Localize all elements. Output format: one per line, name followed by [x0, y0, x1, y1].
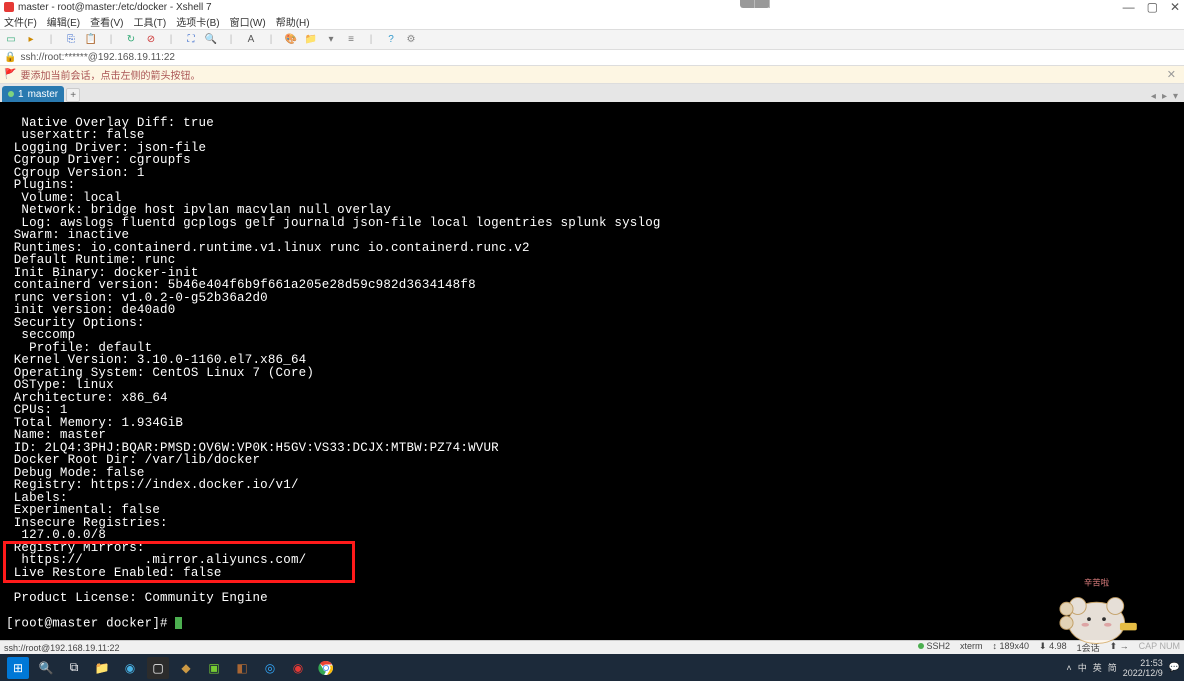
new-session-icon[interactable]: ▭	[4, 33, 18, 47]
divider: |	[364, 33, 378, 47]
title-bar: master - root@master:/etc/docker - Xshel…	[0, 0, 1184, 14]
tab-label: master	[28, 89, 59, 100]
hint-bar: 🚩 要添加当前会话，点击左侧的箭头按钮。 ✕	[0, 66, 1184, 84]
windows-taskbar[interactable]: ⊞ 🔍 ⧉ 📁 ◉ ▢ ◆ ▣ ◧ ◎ ◉ ˄ 中 英 简 21:53 2022…	[0, 654, 1184, 681]
search-button[interactable]: 🔍	[35, 657, 57, 679]
list-icon[interactable]: ≡	[344, 33, 358, 47]
address-text: ssh://root:******@192.168.19.11:22	[20, 52, 175, 63]
nav-next-icon[interactable]: ▸	[1162, 91, 1167, 102]
add-tab-button[interactable]: +	[66, 88, 80, 102]
flag-icon: 🚩	[4, 69, 16, 80]
app-icon-4[interactable]: ◧	[231, 657, 253, 679]
ime-mode[interactable]: 简	[1108, 661, 1117, 674]
divider: |	[104, 33, 118, 47]
app-icon-5[interactable]: ◎	[259, 657, 281, 679]
start-button[interactable]: ⊞	[7, 657, 29, 679]
help-icon[interactable]: ?	[384, 33, 398, 47]
nav-prev-icon[interactable]: ◂	[1151, 91, 1156, 102]
app-icon-2[interactable]: ◆	[175, 657, 197, 679]
paste-icon[interactable]: 📋	[84, 33, 98, 47]
status-traffic: ⬇ 4.98	[1039, 641, 1067, 654]
disconnect-icon[interactable]: ⊘	[144, 33, 158, 47]
connect-icon[interactable]: ▸	[24, 33, 38, 47]
font-icon[interactable]: A	[244, 33, 258, 47]
toolbar: ▭ ▸ | ⎘ 📋 | ↻ ⊘ | ⛶ 🔍 | A | 🎨 📁 ▾ ≡ | ? …	[0, 30, 1184, 50]
hint-text: 要添加当前会话，点击左侧的箭头按钮。	[20, 67, 200, 82]
close-button[interactable]: ✕	[1170, 0, 1180, 14]
menu-bar[interactable]: 文件(F) 编辑(E) 查看(V) 工具(T) 选项卡(B) 窗口(W) 帮助(…	[0, 14, 1184, 30]
tabs-menu-icon[interactable]: ▾	[1173, 91, 1178, 102]
menu-tabs[interactable]: 选项卡(B)	[176, 14, 219, 29]
status-arrows: ⬆ →	[1110, 641, 1129, 654]
ime-lang-a[interactable]: 中	[1078, 661, 1087, 674]
search-icon[interactable]: 🔍	[204, 33, 218, 47]
session-tab[interactable]: 1 master	[2, 86, 64, 102]
divider: |	[264, 33, 278, 47]
xshell-icon[interactable]: ◉	[287, 657, 309, 679]
menu-window[interactable]: 窗口(W)	[230, 14, 266, 29]
tray-clock[interactable]: 21:53 2022/12/9	[1123, 658, 1163, 678]
menu-view[interactable]: 查看(V)	[90, 14, 123, 29]
cursor	[175, 617, 182, 629]
tray-chevron-icon[interactable]: ˄	[1066, 663, 1071, 673]
status-sessions: 1会话	[1077, 641, 1100, 654]
menu-tools[interactable]: 工具(T)	[133, 14, 166, 29]
fullscreen-icon[interactable]: ⛶	[184, 33, 198, 47]
app-icon-3[interactable]: ▣	[203, 657, 225, 679]
terminal-line: Product License: Community Engine	[6, 591, 268, 605]
terminal-line: Live Restore Enabled: false	[6, 566, 222, 580]
terminal-output[interactable]: Native Overlay Diff: true userxattr: fal…	[0, 102, 1184, 642]
status-caps: CAP NUM	[1139, 641, 1180, 654]
lock-icon: 🔒	[4, 52, 16, 63]
edge-icon[interactable]: ◉	[119, 657, 141, 679]
reconnect-icon[interactable]: ↻	[124, 33, 138, 47]
status-bar: ssh://root@192.168.19.11:22 SSH2 xterm ↕…	[0, 640, 1184, 654]
window-title: master - root@master:/etc/docker - Xshel…	[18, 2, 1123, 13]
app-icon	[4, 2, 14, 12]
menu-file[interactable]: 文件(F)	[4, 14, 37, 29]
explorer-icon[interactable]: 📁	[91, 657, 113, 679]
minimize-button[interactable]: —	[1123, 0, 1135, 14]
ime-lang-b[interactable]: 英	[1093, 661, 1102, 674]
folder-icon[interactable]: 📁	[304, 33, 318, 47]
divider: |	[164, 33, 178, 47]
connection-lamp-icon	[918, 643, 924, 649]
chrome-icon[interactable]	[315, 657, 337, 679]
close-hint-button[interactable]: ✕	[1163, 68, 1180, 81]
status-proto: SSH2	[926, 641, 950, 651]
copy-icon[interactable]: ⎘	[64, 33, 78, 47]
address-bar[interactable]: 🔒 ssh://root:******@192.168.19.11:22	[0, 50, 1184, 66]
floating-expand-toolbar[interactable]	[740, 0, 770, 8]
prompt: [root@master docker]#	[6, 616, 175, 630]
menu-edit[interactable]: 编辑(E)	[47, 14, 80, 29]
dropdown-icon[interactable]: ▾	[324, 33, 338, 47]
session-tabs-bar: 1 master + ◂ ▸ ▾	[0, 84, 1184, 102]
taskview-button[interactable]: ⧉	[63, 657, 85, 679]
color-icon[interactable]: 🎨	[284, 33, 298, 47]
status-connection: ssh://root@192.168.19.11:22	[4, 643, 918, 653]
menu-help[interactable]: 帮助(H)	[276, 14, 310, 29]
maximize-button[interactable]: ▢	[1147, 0, 1158, 14]
status-dot-icon	[8, 91, 14, 97]
app-icon-1[interactable]: ▢	[147, 657, 169, 679]
status-term: xterm	[960, 641, 983, 654]
notifications-icon[interactable]: 💬	[1169, 662, 1180, 673]
divider: |	[44, 33, 58, 47]
tab-index: 1	[18, 89, 24, 100]
divider: |	[224, 33, 238, 47]
status-size: ↕ 189x40	[993, 641, 1030, 654]
settings-icon[interactable]: ⚙	[404, 33, 418, 47]
